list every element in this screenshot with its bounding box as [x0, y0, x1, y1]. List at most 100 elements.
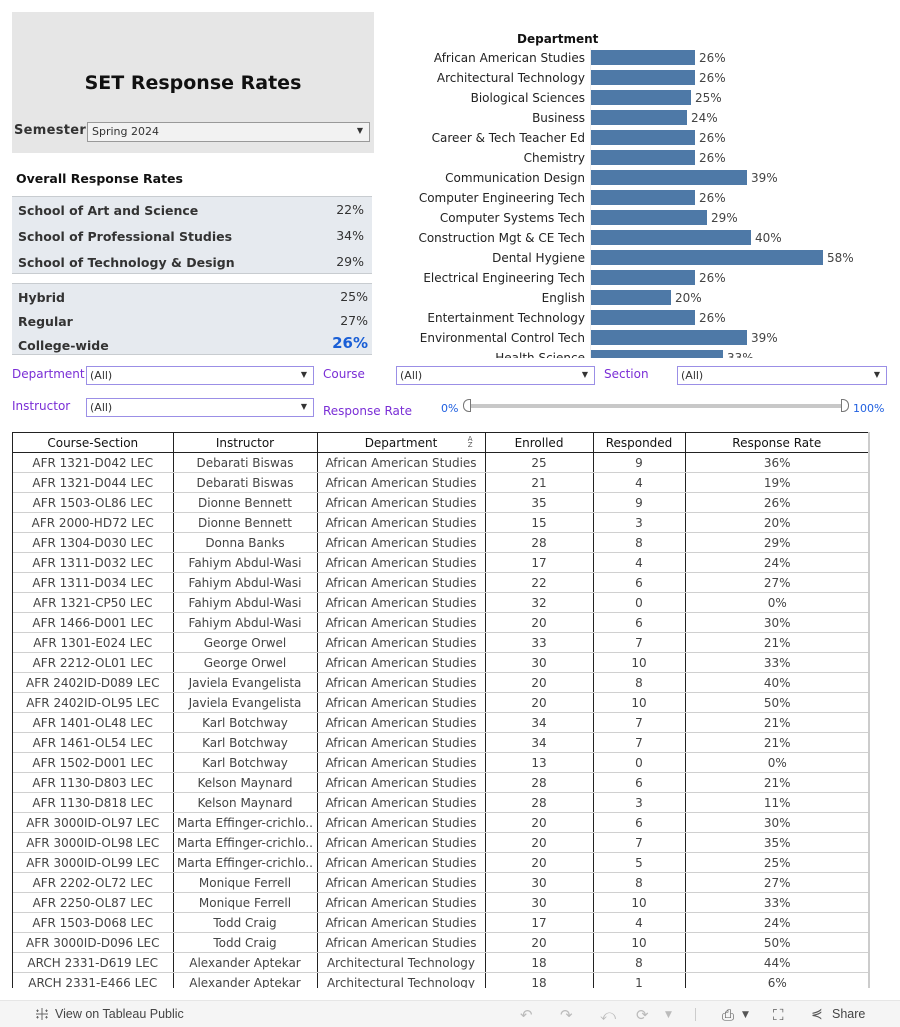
bar[interactable]: [591, 110, 687, 125]
table-row[interactable]: AFR 3000ID-OL99 LEC Marta Effinger-crichl…: [13, 852, 868, 873]
bar[interactable]: [591, 290, 671, 305]
table-row[interactable]: AFR 1321-CP50 LEC Fahiym Abdul-Wasi Africa…: [13, 592, 868, 613]
table-row[interactable]: AFR 1130-D818 LEC Kelson Maynard African A…: [13, 792, 868, 813]
sort-az-icon[interactable]: AZ: [468, 436, 473, 449]
cell-department: African American Studies: [317, 652, 486, 673]
bar-value-label: 20%: [675, 291, 702, 305]
view-on-tableau-link[interactable]: View on Tableau Public: [55, 1007, 184, 1021]
bar[interactable]: [591, 190, 695, 205]
column-header-responded[interactable]: Responded: [593, 432, 686, 453]
cell-enrolled: 20: [485, 612, 594, 633]
bar[interactable]: [591, 230, 751, 245]
cell-instructor: Alexander Aptekar: [173, 952, 318, 973]
section-filter-dropdown[interactable]: (All) ▼: [677, 366, 887, 385]
column-header-department[interactable]: Department AZ: [317, 432, 486, 453]
cell-instructor: Monique Ferrell: [173, 892, 318, 913]
cell-instructor: Monique Ferrell: [173, 872, 318, 893]
share-button[interactable]: Share: [832, 1007, 865, 1021]
refresh-icon[interactable]: ⟳: [636, 1006, 649, 1024]
cell-course-section: AFR 1301-E024 LEC: [13, 632, 174, 653]
cell-responded: 8: [593, 952, 686, 973]
course-filter-dropdown[interactable]: (All) ▼: [396, 366, 595, 385]
title-panel: SET Response Rates Semester Spring 2024 …: [12, 12, 374, 153]
cell-enrolled: 25: [485, 452, 594, 473]
table-row[interactable]: AFR 2402ID-OL95 LEC Javiela Evangelista Af…: [13, 692, 868, 713]
share-icon[interactable]: ⋞: [811, 1006, 823, 1023]
table-row[interactable]: AFR 1321-D044 LEC Debarati Biswas African …: [13, 472, 868, 493]
cell-response-rate: 30%: [685, 612, 868, 633]
table-row[interactable]: AFR 1304-D030 LEC Donna Banks African Amer…: [13, 532, 868, 553]
cell-course-section: AFR 1321-CP50 LEC: [13, 592, 174, 613]
download-dropdown-icon[interactable]: ▼: [742, 1010, 749, 1027]
bar-chart-svg: African American Studies 26% Architectural…: [418, 48, 854, 358]
bar-category-label: Architectural Technology: [437, 71, 585, 85]
table-row[interactable]: AFR 1311-D034 LEC Fahiym Abdul-Wasi Africa…: [13, 572, 868, 593]
column-header-course-section[interactable]: Course-Section: [13, 432, 174, 453]
cell-department: African American Studies: [317, 492, 486, 513]
undo-icon[interactable]: ↶: [520, 1006, 533, 1024]
table-row[interactable]: AFR 2000-HD72 LEC Dionne Bennett African A…: [13, 512, 868, 533]
table-row[interactable]: AFR 2402ID-D089 LEC Javiela Evangelista Af…: [13, 672, 868, 693]
table-row[interactable]: AFR 3000ID-OL98 LEC Marta Effinger-crichl…: [13, 832, 868, 853]
revert-icon[interactable]: ⤺: [600, 1006, 616, 1024]
table-row[interactable]: AFR 1461-OL54 LEC Karl Botchway African Am…: [13, 732, 868, 753]
table-row[interactable]: ARCH 2331-E466 LEC Alexander Aptekar Archi…: [13, 972, 868, 988]
bar[interactable]: [591, 130, 695, 145]
response-rate-slider-track[interactable]: [470, 404, 846, 408]
chevron-down-icon: ▼: [300, 402, 307, 411]
table-row[interactable]: AFR 1466-D001 LEC Fahiym Abdul-Wasi Africa…: [13, 612, 868, 633]
bar-value-label: 29%: [711, 211, 738, 225]
table-row[interactable]: AFR 1311-D032 LEC Fahiym Abdul-Wasi Africa…: [13, 552, 868, 573]
bar[interactable]: [591, 310, 695, 325]
bar[interactable]: [591, 350, 723, 358]
cell-course-section: AFR 1502-D001 LEC: [13, 752, 174, 773]
bar[interactable]: [591, 250, 823, 265]
bar[interactable]: [591, 150, 695, 165]
cell-enrolled: 20: [485, 692, 594, 713]
table-row[interactable]: AFR 3000ID-D096 LEC Todd Craig African Ame…: [13, 932, 868, 953]
download-icon[interactable]: ⎙: [722, 1006, 734, 1024]
cell-course-section: AFR 1130-D803 LEC: [13, 772, 174, 793]
table-row[interactable]: AFR 3000ID-OL97 LEC Marta Effinger-crichl…: [13, 812, 868, 833]
column-header-instructor[interactable]: Instructor: [173, 432, 318, 453]
slider-max-label: 100%: [853, 402, 885, 415]
bar[interactable]: [591, 90, 691, 105]
cell-response-rate: 0%: [685, 752, 868, 773]
fullscreen-icon[interactable]: ⛶: [773, 1006, 784, 1024]
cell-department: African American Studies: [317, 692, 486, 713]
cell-course-section: AFR 1503-D068 LEC: [13, 912, 174, 933]
bar[interactable]: [591, 210, 707, 225]
table-row[interactable]: AFR 1502-D001 LEC Karl Botchway African Am…: [13, 752, 868, 773]
instructor-filter-dropdown[interactable]: (All) ▼: [86, 398, 314, 417]
slider-min-handle[interactable]: [463, 399, 471, 412]
table-row[interactable]: AFR 1130-D803 LEC Kelson Maynard African A…: [13, 772, 868, 793]
dropdown-icon[interactable]: ▼: [665, 1010, 672, 1027]
bar[interactable]: [591, 330, 747, 345]
table-row[interactable]: AFR 2212-OL01 LEC George Orwel African Ame…: [13, 652, 868, 673]
table-row[interactable]: AFR 2202-OL72 LEC Monique Ferrell African …: [13, 872, 868, 893]
table-row[interactable]: AFR 1401-OL48 LEC Karl Botchway African Am…: [13, 712, 868, 733]
bar[interactable]: [591, 170, 747, 185]
bar[interactable]: [591, 270, 695, 285]
bar[interactable]: [591, 50, 695, 65]
cell-instructor: Debarati Biswas: [173, 472, 318, 493]
chevron-down-icon: ▼: [581, 370, 588, 379]
table-row[interactable]: AFR 1503-D068 LEC Todd Craig African Ameri…: [13, 912, 868, 933]
toolbar-divider: [695, 1008, 696, 1021]
table-row[interactable]: AFR 1321-D042 LEC Debarati Biswas African …: [13, 452, 868, 473]
table-row[interactable]: AFR 2250-OL87 LEC Monique Ferrell African …: [13, 892, 868, 913]
table-row[interactable]: AFR 1301-E024 LEC George Orwel African Ame…: [13, 632, 868, 653]
slider-max-handle[interactable]: [841, 399, 849, 412]
redo-icon[interactable]: ↷: [560, 1006, 573, 1024]
column-header-response-rate[interactable]: Response Rate: [685, 432, 868, 453]
cell-course-section: AFR 2402ID-D089 LEC: [13, 672, 174, 693]
bar-value-label: 25%: [695, 91, 722, 105]
table-row[interactable]: ARCH 2331-D619 LEC Alexander Aptekar Archi…: [13, 952, 868, 973]
column-header-enrolled[interactable]: Enrolled: [485, 432, 594, 453]
cell-responded: 3: [593, 512, 686, 533]
rate-label: School of Technology & Design: [18, 255, 235, 270]
department-filter-dropdown[interactable]: (All) ▼: [86, 366, 314, 385]
semester-dropdown[interactable]: Spring 2024 ▼: [87, 122, 370, 142]
table-row[interactable]: AFR 1503-OL86 LEC Dionne Bennett African A…: [13, 492, 868, 513]
bar[interactable]: [591, 70, 695, 85]
